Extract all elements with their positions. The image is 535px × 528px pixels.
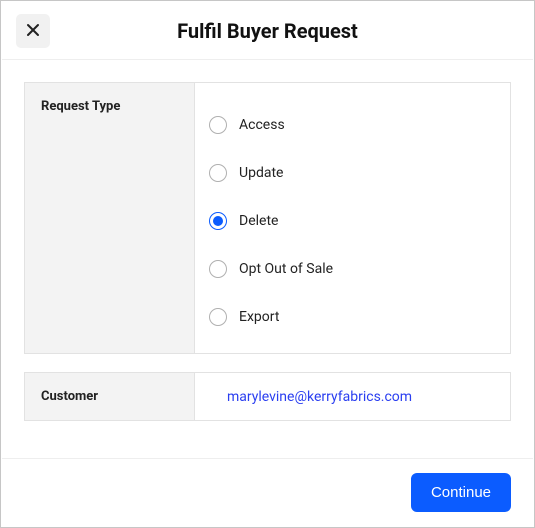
radio-icon [209,260,227,278]
modal-header: Fulfil Buyer Request [2,2,533,60]
customer-email-link[interactable]: marylevine@kerryfabrics.com [227,389,412,405]
request-type-option[interactable]: Update [209,149,496,197]
customer-panel: Customer marylevine@kerryfabrics.com [24,372,511,421]
close-icon [26,21,40,42]
request-type-options: Access Update Delete Opt Out of Sale Export [195,83,510,353]
request-type-option[interactable]: Delete [209,197,496,245]
request-type-option[interactable]: Opt Out of Sale [209,245,496,293]
fulfil-buyer-request-modal: Fulfil Buyer Request Request Type Access… [2,2,533,526]
request-type-option-label: Update [239,165,283,181]
modal-title: Fulfil Buyer Request [177,19,358,43]
radio-icon [209,164,227,182]
request-type-option-label: Delete [239,213,278,229]
radio-icon [209,116,227,134]
request-type-option[interactable]: Access [209,101,496,149]
close-button[interactable] [16,14,50,48]
request-type-label-cell: Request Type [25,83,195,353]
request-type-panel: Request Type Access Update Delete Opt Out o… [24,82,511,354]
customer-label: Customer [41,389,178,404]
customer-label-cell: Customer [25,373,195,420]
modal-body: Request Type Access Update Delete Opt Out o… [2,60,533,458]
request-type-label: Request Type [41,99,178,114]
radio-icon [209,212,227,230]
modal-footer: Continue [2,458,533,526]
continue-button[interactable]: Continue [411,473,511,512]
request-type-option-label: Opt Out of Sale [239,261,333,277]
radio-icon [209,308,227,326]
request-type-option-label: Access [239,117,285,133]
request-type-option[interactable]: Export [209,293,496,341]
request-type-option-label: Export [239,309,279,325]
customer-value-cell: marylevine@kerryfabrics.com [195,373,510,420]
